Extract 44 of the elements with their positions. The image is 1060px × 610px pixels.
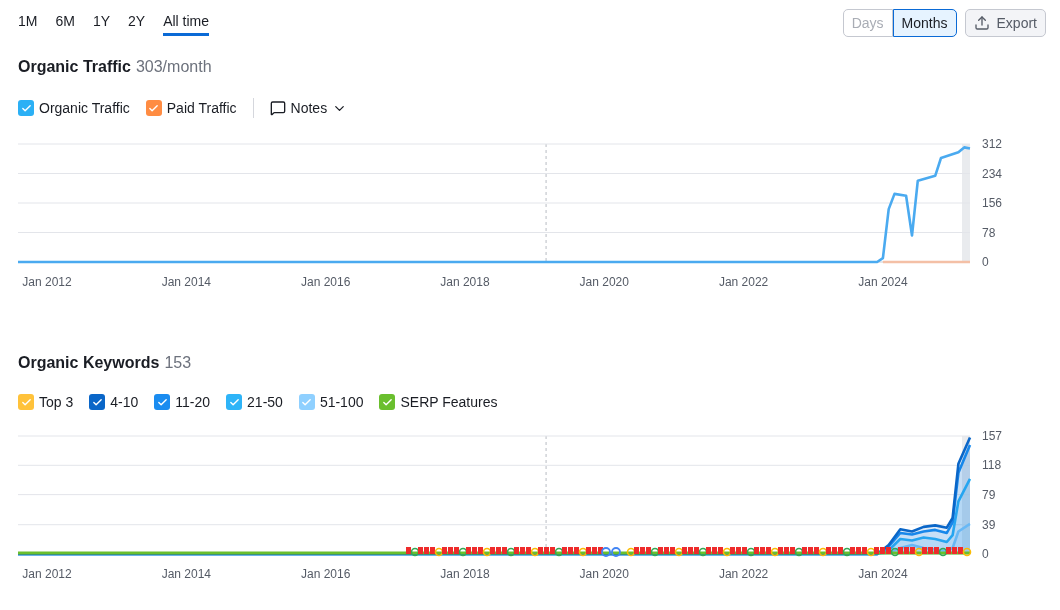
x-axis-label: Jan 2012 xyxy=(22,275,72,289)
x-axis-label: Jan 2016 xyxy=(300,567,351,581)
granularity-toggle[interactable]: Months xyxy=(892,9,957,37)
y-axis-label: 79 xyxy=(982,487,996,502)
period-tab[interactable]: 1M xyxy=(18,10,38,36)
legend-label: 51-100 xyxy=(319,394,364,410)
x-axis-label: Jan 2022 xyxy=(718,567,769,581)
legend-label: 21-50 xyxy=(247,394,283,410)
section-value: 303/month xyxy=(135,58,212,76)
y-axis-label: 39 xyxy=(982,517,996,532)
legend-label: SERP Features xyxy=(400,394,498,410)
x-axis-label: Jan 2012 xyxy=(22,567,72,581)
x-axis-label: Jan 2024 xyxy=(858,275,908,289)
y-axis-label: 156 xyxy=(982,196,1003,210)
x-axis-label: Jan 2020 xyxy=(579,567,629,581)
export-button[interactable]: Export xyxy=(964,9,1046,37)
x-axis-label: Jan 2014 xyxy=(161,567,212,581)
y-axis-label: 234 xyxy=(982,166,1003,181)
period-tab[interactable]: 2Y xyxy=(128,10,146,36)
period-tab[interactable]: 1Y xyxy=(92,10,111,36)
notes-button[interactable]: Notes xyxy=(269,100,348,116)
legend-label: Paid Traffic xyxy=(166,100,237,116)
period-tab[interactable]: 6M xyxy=(55,10,75,36)
legend-label: 4-10 xyxy=(110,394,139,410)
legend-label: Top 3 xyxy=(39,394,74,410)
y-axis-label: 0 xyxy=(982,547,989,561)
y-axis-label: 312 xyxy=(982,138,1003,151)
period-tab[interactable]: All time xyxy=(163,10,210,36)
y-axis-label: 0 xyxy=(982,255,989,269)
legend-label: 11-20 xyxy=(175,394,211,410)
x-axis-label: Jan 2020 xyxy=(579,275,629,289)
x-axis-label: Jan 2014 xyxy=(161,275,212,289)
x-axis-label: Jan 2018 xyxy=(440,567,490,581)
section-title: Organic Keywords xyxy=(18,354,160,372)
x-axis-label: Jan 2018 xyxy=(440,275,490,289)
y-axis-label: 78 xyxy=(982,225,996,240)
legend-label: Organic Traffic xyxy=(39,100,130,116)
y-axis-label: 118 xyxy=(982,458,1002,473)
x-axis-label: Jan 2024 xyxy=(858,567,908,581)
y-axis-label: 157 xyxy=(982,430,1003,443)
x-axis-label: Jan 2022 xyxy=(718,275,769,289)
x-axis-label: Jan 2016 xyxy=(300,275,351,289)
section-title: Organic Traffic xyxy=(18,58,131,76)
section-value: 153 xyxy=(164,354,192,372)
